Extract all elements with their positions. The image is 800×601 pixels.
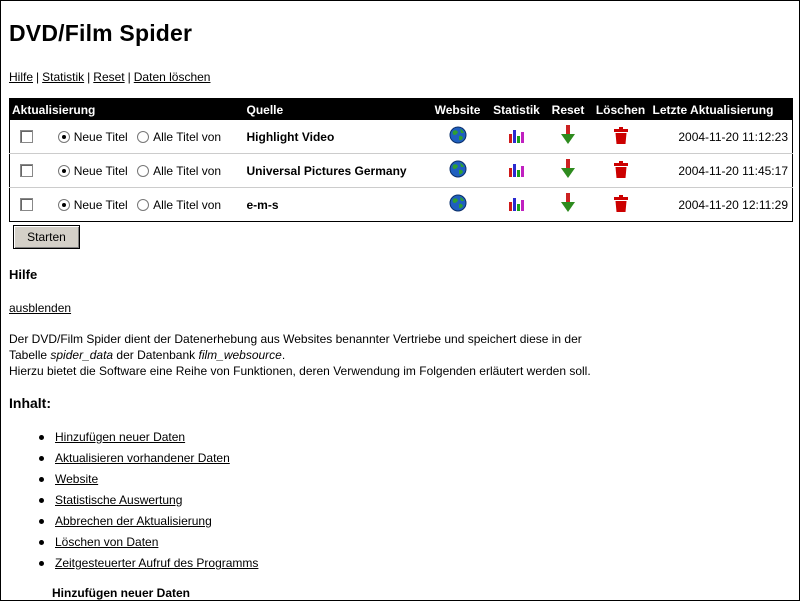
contents-link[interactable]: Statistische Auswertung: [55, 493, 182, 507]
header-statistik: Statistik: [487, 98, 546, 120]
radio-all-titles[interactable]: [137, 164, 150, 177]
trash-icon[interactable]: [613, 126, 628, 147]
database-name: film_websource: [198, 348, 282, 362]
spider-table: Aktualisierung Quelle Website Statistik …: [9, 98, 793, 222]
delete-cell: [590, 153, 651, 188]
radio-all-titles[interactable]: [137, 130, 150, 143]
bar-chart-icon[interactable]: [508, 164, 526, 180]
down-arrow-icon[interactable]: [560, 193, 576, 216]
radio-new-titles[interactable]: [57, 130, 70, 143]
header-aktualisierung: Aktualisierung: [9, 98, 245, 120]
header-website: Website: [427, 98, 488, 120]
row-checkbox[interactable]: [20, 130, 33, 144]
contents-item: Löschen von Daten: [39, 535, 258, 556]
delete-cell: [590, 120, 651, 154]
header-quelle: Quelle: [244, 98, 428, 120]
header-loeschen: Löschen: [590, 98, 651, 120]
row-checkbox[interactable]: [20, 164, 33, 178]
table-row: Neue Titel Alle Titel von Universal Pict…: [9, 153, 793, 188]
help-line-2-part: .: [281, 348, 286, 362]
contents-link[interactable]: Abbrechen der Aktualisierung: [55, 514, 212, 528]
option-new-label: Neue Titel: [73, 163, 128, 178]
option-all-label: Alle Titel von: [153, 197, 222, 212]
contents-heading: Inhalt:: [9, 395, 51, 411]
globe-icon[interactable]: [449, 160, 467, 181]
last-update-date: 2004-11-20 11:45:17: [650, 153, 793, 188]
table-row: Neue Titel Alle Titel von e-m-s 2004-11-…: [10, 188, 793, 222]
radio-new-titles[interactable]: [57, 198, 70, 211]
last-update-date: 2004-11-20 12:11:29: [678, 197, 788, 212]
nav-separator: |: [36, 70, 40, 84]
contents-link[interactable]: Aktualisieren vorhandener Daten: [55, 451, 230, 465]
statistics-cell: [488, 188, 546, 222]
contents-item: Website: [39, 472, 258, 493]
contents-item: Statistische Auswertung: [39, 493, 258, 514]
nav-link-hilfe[interactable]: Hilfe: [9, 70, 33, 84]
option-new-label: Neue Titel: [73, 197, 128, 212]
nav-separator: |: [87, 70, 91, 84]
contents-link[interactable]: Website: [55, 472, 98, 486]
nav-link-reset[interactable]: Reset: [93, 70, 124, 84]
help-line-2-part: Tabelle: [9, 348, 51, 362]
reset-cell: [545, 153, 591, 188]
radio-all-titles[interactable]: [137, 198, 150, 211]
trash-icon[interactable]: [613, 194, 628, 215]
contents-item: Zeitgesteuerter Aufruf des Programms: [39, 556, 258, 577]
statistics-cell: [487, 120, 546, 154]
contents-item: Abbrechen der Aktualisierung: [39, 514, 258, 535]
table-header-row: Aktualisierung Quelle Website Statistik …: [9, 98, 793, 120]
source-name: Universal Pictures Germany: [244, 153, 428, 188]
update-cell: Neue Titel Alle Titel von: [9, 153, 245, 188]
update-cell: Neue Titel Alle Titel von: [9, 120, 245, 154]
table-name: spider_data: [50, 348, 114, 362]
help-line-2-part: der Datenbank: [113, 348, 199, 362]
contents-link[interactable]: Hinzufügen neuer Daten: [55, 430, 185, 444]
source-name: Highlight Video: [244, 120, 428, 154]
contents-link[interactable]: Löschen von Daten: [55, 535, 158, 549]
nav-link-statistik[interactable]: Statistik: [42, 70, 84, 84]
website-cell: [427, 120, 488, 154]
table-row: Neue Titel Alle Titel von Highlight Vide…: [9, 120, 793, 154]
reset-cell: [546, 188, 591, 222]
header-letzte-aktualisierung: Letzte Aktualisierung: [650, 98, 793, 120]
option-all-label: Alle Titel von: [153, 163, 222, 178]
start-button[interactable]: Starten: [13, 225, 80, 249]
website-cell: [428, 188, 488, 222]
contents-link[interactable]: Zeitgesteuerter Aufruf des Programms: [55, 556, 258, 570]
globe-icon[interactable]: [449, 126, 467, 147]
statistics-cell: [487, 153, 546, 188]
source-name: e-m-s: [246, 197, 279, 212]
last-update-date: 2004-11-20 11:12:23: [650, 120, 793, 154]
bar-chart-icon[interactable]: [508, 198, 526, 214]
globe-icon[interactable]: [449, 194, 467, 215]
radio-new-titles[interactable]: [57, 164, 70, 177]
help-line-1: Der DVD/Film Spider dient der Datenerheb…: [9, 332, 582, 346]
bar-chart-icon[interactable]: [508, 130, 526, 146]
help-text: Der DVD/Film Spider dient der Datenerheb…: [9, 331, 789, 379]
row-checkbox[interactable]: [20, 198, 33, 212]
help-heading: Hilfe: [9, 267, 38, 282]
down-arrow-icon[interactable]: [560, 159, 576, 182]
contents-item: Aktualisieren vorhandener Daten: [39, 451, 258, 472]
contents-item: Hinzufügen neuer Daten: [39, 430, 258, 451]
header-reset: Reset: [545, 98, 591, 120]
nav-separator: |: [127, 70, 131, 84]
option-new-label: Neue Titel: [73, 129, 128, 144]
down-arrow-icon[interactable]: [560, 125, 576, 148]
option-all-label: Alle Titel von: [153, 129, 222, 144]
reset-cell: [545, 120, 591, 154]
website-cell: [427, 153, 488, 188]
update-cell: Neue Titel Alle Titel von: [10, 188, 245, 222]
nav-link-daten-loeschen[interactable]: Daten löschen: [134, 70, 211, 84]
delete-cell: [591, 188, 651, 222]
contents-list: Hinzufügen neuer Daten Aktualisieren vorh…: [39, 430, 258, 577]
hide-help-link[interactable]: ausblenden: [9, 301, 71, 315]
page-title: DVD/Film Spider: [9, 20, 193, 46]
top-nav: Hilfe | Statistik | Reset | Daten löschen: [9, 70, 210, 84]
help-line-3: Hierzu bietet die Software eine Reihe vo…: [9, 364, 591, 378]
trash-icon[interactable]: [613, 160, 628, 181]
section-heading: Hinzufügen neuer Daten: [52, 586, 191, 600]
